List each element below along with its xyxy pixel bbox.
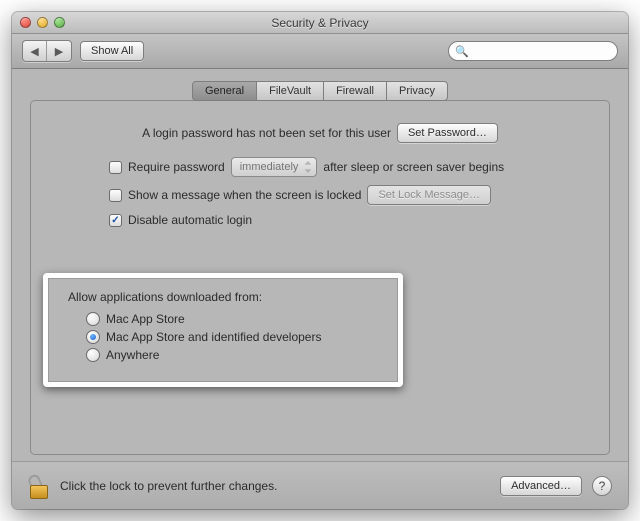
- tab-general[interactable]: General: [192, 81, 257, 101]
- disable-autologin-label: Disable automatic login: [128, 213, 252, 227]
- preferences-window: Security & Privacy ◀ ▶ Show All 🔍 Genera…: [12, 12, 628, 509]
- lock-icon[interactable]: [28, 473, 50, 499]
- require-password-label: Require password: [128, 160, 225, 174]
- radio-icon[interactable]: [86, 312, 100, 326]
- traffic-lights: [12, 17, 65, 28]
- forward-icon[interactable]: ▶: [47, 41, 71, 61]
- help-button[interactable]: ?: [592, 476, 612, 496]
- tab-bar: General FileVault Firewall Privacy: [30, 81, 610, 101]
- tab-privacy[interactable]: Privacy: [386, 81, 448, 101]
- footer: Click the lock to prevent further change…: [12, 461, 628, 509]
- content-area: General FileVault Firewall Privacy A log…: [12, 69, 628, 461]
- window-title: Security & Privacy: [12, 16, 628, 30]
- disable-autologin-checkbox[interactable]: [109, 214, 122, 227]
- set-lock-message-button: Set Lock Message…: [367, 185, 491, 205]
- titlebar: Security & Privacy: [12, 12, 628, 34]
- show-message-row: Show a message when the screen is locked…: [109, 185, 587, 205]
- gatekeeper-option-label: Mac App Store: [106, 312, 185, 326]
- require-password-tail: after sleep or screen saver begins: [323, 160, 504, 174]
- search-input[interactable]: [473, 44, 609, 58]
- radio-icon[interactable]: [86, 348, 100, 362]
- gatekeeper-title: Allow applications downloaded from:: [68, 290, 378, 304]
- set-password-button[interactable]: Set Password…: [397, 123, 498, 143]
- login-password-text: A login password has not been set for th…: [142, 126, 391, 140]
- nav-back-forward[interactable]: ◀ ▶: [22, 40, 72, 62]
- show-all-button[interactable]: Show All: [80, 41, 144, 61]
- require-password-row: Require password immediately after sleep…: [109, 157, 587, 177]
- back-icon[interactable]: ◀: [23, 41, 47, 61]
- disable-autologin-row: Disable automatic login: [109, 213, 587, 227]
- gatekeeper-option-label: Mac App Store and identified developers: [106, 330, 321, 344]
- zoom-icon[interactable]: [54, 17, 65, 28]
- gatekeeper-option-appstore[interactable]: Mac App Store: [86, 312, 378, 326]
- require-password-delay-popup[interactable]: immediately: [231, 157, 318, 177]
- close-icon[interactable]: [20, 17, 31, 28]
- radio-icon[interactable]: [86, 330, 100, 344]
- search-icon: 🔍: [455, 45, 469, 58]
- lock-text: Click the lock to prevent further change…: [60, 479, 277, 493]
- minimize-icon[interactable]: [37, 17, 48, 28]
- require-password-checkbox[interactable]: [109, 161, 122, 174]
- show-message-label: Show a message when the screen is locked: [128, 188, 361, 202]
- show-message-checkbox[interactable]: [109, 189, 122, 202]
- advanced-button[interactable]: Advanced…: [500, 476, 582, 496]
- gatekeeper-option-identified[interactable]: Mac App Store and identified developers: [86, 330, 378, 344]
- general-panel: A login password has not been set for th…: [30, 100, 610, 455]
- gatekeeper-option-label: Anywhere: [106, 348, 159, 362]
- gatekeeper-section: Allow applications downloaded from: Mac …: [43, 273, 403, 387]
- tab-firewall[interactable]: Firewall: [323, 81, 387, 101]
- tab-filevault[interactable]: FileVault: [256, 81, 324, 101]
- toolbar: ◀ ▶ Show All 🔍: [12, 34, 628, 69]
- gatekeeper-option-anywhere[interactable]: Anywhere: [86, 348, 378, 362]
- login-password-row: A login password has not been set for th…: [53, 123, 587, 143]
- search-field[interactable]: 🔍: [448, 41, 618, 61]
